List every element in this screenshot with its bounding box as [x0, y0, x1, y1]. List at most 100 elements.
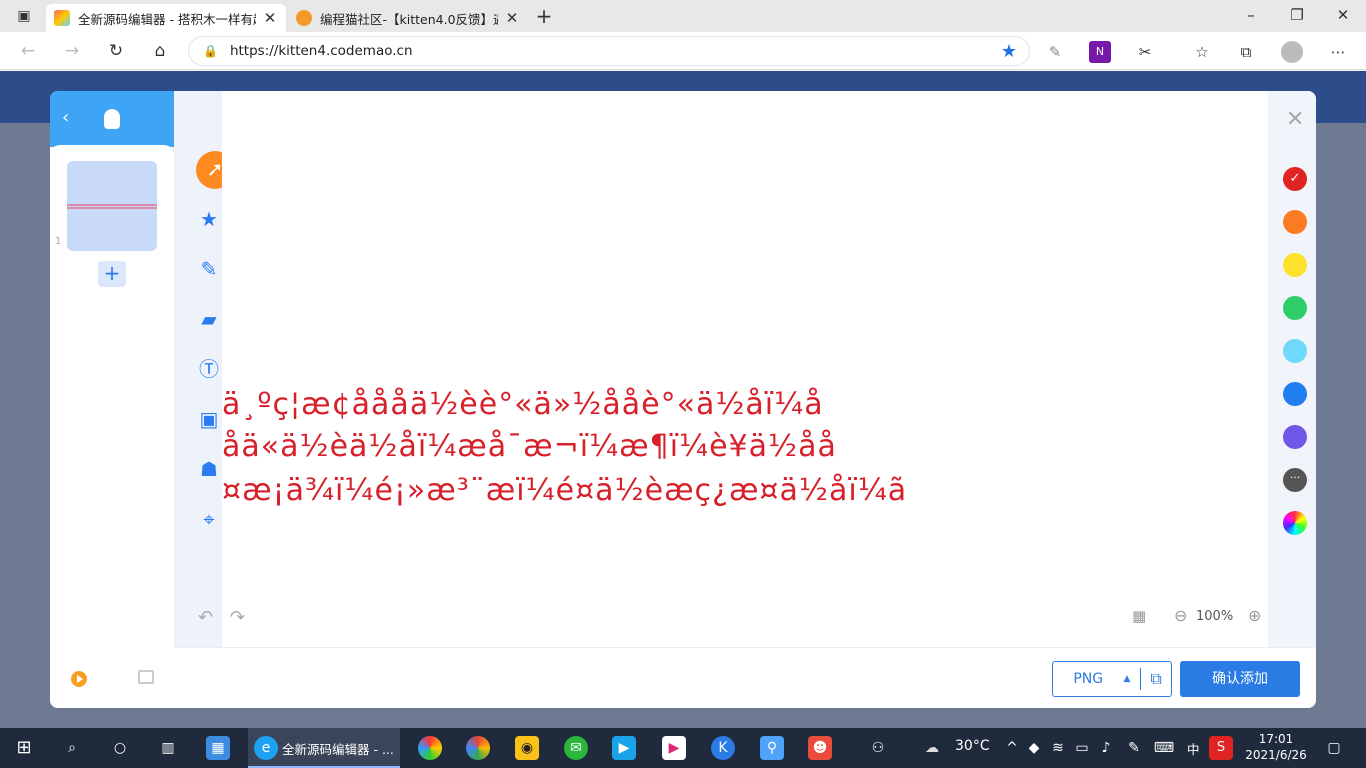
security-icon[interactable]: ◆	[1022, 736, 1046, 760]
eraser-icon[interactable]: ▰	[195, 305, 223, 333]
clock-date: 2021/6/26	[1245, 748, 1307, 762]
search-icon[interactable]: ⌕	[60, 736, 84, 760]
thumbnail-text-line	[67, 207, 157, 209]
thumbnail-text-line	[67, 204, 157, 206]
zoom-level: 100%	[1196, 609, 1234, 624]
sogou-icon[interactable]: S	[1209, 736, 1233, 760]
url-text: https://kitten4.codemao.cn	[229, 43, 413, 59]
volume-icon[interactable]: ♪	[1094, 736, 1118, 760]
garbled-text-line: åä«ä½èä½åï¼æå¯æ¬ï¼æ¶ï¼è¥ä½åå	[222, 429, 837, 464]
taskbar-active-app[interactable]: e 全新源码编辑器 - ...	[248, 728, 400, 768]
panel-header: ‹	[50, 91, 174, 147]
tab-actions-icon[interactable]: ▣	[10, 2, 38, 30]
page-thumbnail[interactable]	[67, 161, 157, 251]
close-tab-icon[interactable]: ✕	[504, 9, 520, 27]
wifi-icon[interactable]: ≋	[1046, 736, 1070, 760]
onenote-icon[interactable]: N	[1089, 41, 1111, 63]
people-icon[interactable]: ⚇	[866, 736, 890, 760]
notification-icon[interactable]: ▢	[1322, 736, 1346, 760]
keyboard-icon[interactable]: ⌨	[1152, 736, 1176, 760]
dialog-footer: PNG ▲ ⧉ 确认添加	[174, 647, 1316, 708]
color-swatch-purple[interactable]	[1283, 425, 1307, 449]
pen-icon[interactable]: ✎	[195, 255, 223, 283]
text-tool-icon[interactable]: Ⓣ	[195, 355, 223, 383]
close-window-button[interactable]: ✕	[1320, 0, 1366, 32]
cortana-icon[interactable]: ○	[108, 736, 132, 760]
color-swatch-red[interactable]	[1283, 167, 1307, 191]
collections-icon[interactable]: ⧉	[1235, 41, 1257, 63]
address-toolbar: ← → ↻ ⌂ 🔒 https://kitten4.codemao.cn ★ ✎…	[0, 32, 1366, 70]
video-player-icon[interactable]: ▶	[612, 736, 636, 760]
codemao-favicon	[296, 10, 312, 26]
edge-icon: e	[254, 736, 278, 760]
scissors-icon[interactable]: ✂	[1134, 41, 1156, 63]
photos-icon[interactable]	[418, 736, 442, 760]
image-tool-icon[interactable]: ▣	[195, 405, 223, 433]
shape-star-icon[interactable]: ★	[195, 205, 223, 233]
favorites-icon[interactable]: ☆	[1191, 41, 1213, 63]
maps-icon[interactable]: ⚲	[760, 736, 784, 760]
tab-editor[interactable]: 全新源码编辑器 - 搭积木一样有趣 ✕	[46, 4, 286, 32]
color-wheel-icon[interactable]	[1283, 511, 1307, 535]
format-selector[interactable]: PNG ▲ ⧉	[1052, 661, 1172, 697]
page-panel: ‹ 1 +	[50, 91, 174, 708]
ime-indicator[interactable]: 中	[1187, 739, 1200, 758]
home-icon[interactable]: ⌂	[146, 37, 174, 65]
more-colors-icon[interactable]: ···	[1283, 468, 1307, 492]
export-image-icon[interactable]: ⧉	[1141, 662, 1171, 696]
codemao-app-icon[interactable]: ☻	[808, 736, 832, 760]
pen-workspace-icon[interactable]: ✎	[1122, 736, 1146, 760]
color-swatch-yellow[interactable]	[1283, 253, 1307, 277]
character-icon[interactable]: ☗	[195, 455, 223, 483]
duplicate-icon[interactable]	[138, 670, 154, 684]
clock[interactable]: 17:01 2021/6/26	[1240, 731, 1312, 763]
drawing-canvas[interactable]	[222, 91, 1268, 647]
minimap-icon[interactable]: ▦	[1132, 607, 1146, 625]
read-aloud-icon[interactable]: ✎	[1044, 41, 1066, 63]
play-icon[interactable]	[71, 671, 87, 687]
color-swatch-cyan[interactable]	[1283, 339, 1307, 363]
url-field[interactable]: 🔒 https://kitten4.codemao.cn ★	[188, 36, 1030, 66]
color-swatch-blue[interactable]	[1283, 382, 1307, 406]
zoom-in-icon[interactable]: ⊕	[1248, 606, 1261, 625]
forward-icon[interactable]: →	[58, 37, 86, 65]
target-icon[interactable]: ⌖	[195, 505, 223, 533]
close-tab-icon[interactable]: ✕	[262, 9, 278, 27]
tab-community[interactable]: 编程猫社区-【kitten4.0反馈】遇 ✕	[288, 4, 528, 32]
page-number: 1	[55, 236, 62, 247]
tab-title: 编程猫社区-【kitten4.0反馈】遇	[320, 11, 498, 27]
color-swatch-green[interactable]	[1283, 296, 1307, 320]
youku-icon[interactable]: ▶	[662, 736, 686, 760]
kugou-icon[interactable]: K	[711, 736, 735, 760]
favorite-star-icon[interactable]: ★	[1001, 41, 1017, 62]
app-icon[interactable]: ◉	[515, 736, 539, 760]
refresh-icon[interactable]: ↻	[102, 37, 130, 65]
taskbar: ⊞ ⌕ ○ ▥ ▦ e 全新源码编辑器 - ... ◉ ✉ ▶ ▶ K ⚲ ☻ …	[0, 728, 1366, 768]
close-icon[interactable]: ✕	[1286, 107, 1304, 132]
redo-icon[interactable]: ↷	[230, 607, 245, 628]
store-icon[interactable]: ▦	[206, 736, 230, 760]
tool-column: ➚ ★ ✎ ▰ Ⓣ ▣ ☗ ⌖	[174, 91, 234, 647]
color-swatch-orange[interactable]	[1283, 210, 1307, 234]
more-menu-icon[interactable]: ⋯	[1327, 41, 1349, 63]
chrome-icon[interactable]	[466, 736, 490, 760]
windows-start-icon[interactable]: ⊞	[12, 736, 36, 760]
task-view-icon[interactable]: ▥	[156, 736, 180, 760]
restore-button[interactable]: ❐	[1274, 0, 1320, 32]
drawing-dialog: ‹ 1 + ➚ ★ ✎ ▰ Ⓣ ▣ ☗ ⌖ ä¸ºç¦æ¢åå­åä½èè°«ä…	[50, 91, 1316, 708]
battery-icon[interactable]: ▭	[1070, 736, 1094, 760]
new-tab-button[interactable]: +	[530, 2, 558, 30]
wechat-icon[interactable]: ✉	[564, 736, 588, 760]
chevron-up-icon[interactable]: ^	[1000, 736, 1024, 760]
zoom-out-icon[interactable]: ⊖	[1174, 606, 1187, 625]
add-page-button[interactable]: +	[98, 261, 126, 287]
profile-avatar[interactable]	[1281, 41, 1303, 63]
confirm-add-button[interactable]: 确认添加	[1180, 661, 1300, 697]
minimize-button[interactable]: –	[1228, 0, 1274, 32]
back-icon[interactable]: ←	[14, 37, 42, 65]
undo-icon[interactable]: ↶	[198, 607, 213, 628]
active-app-title: 全新源码编辑器 - ...	[282, 742, 394, 757]
back-arrow-icon[interactable]: ‹	[62, 107, 69, 128]
tab-title: 全新源码编辑器 - 搭积木一样有趣	[78, 11, 256, 27]
format-value: PNG	[1073, 671, 1104, 687]
